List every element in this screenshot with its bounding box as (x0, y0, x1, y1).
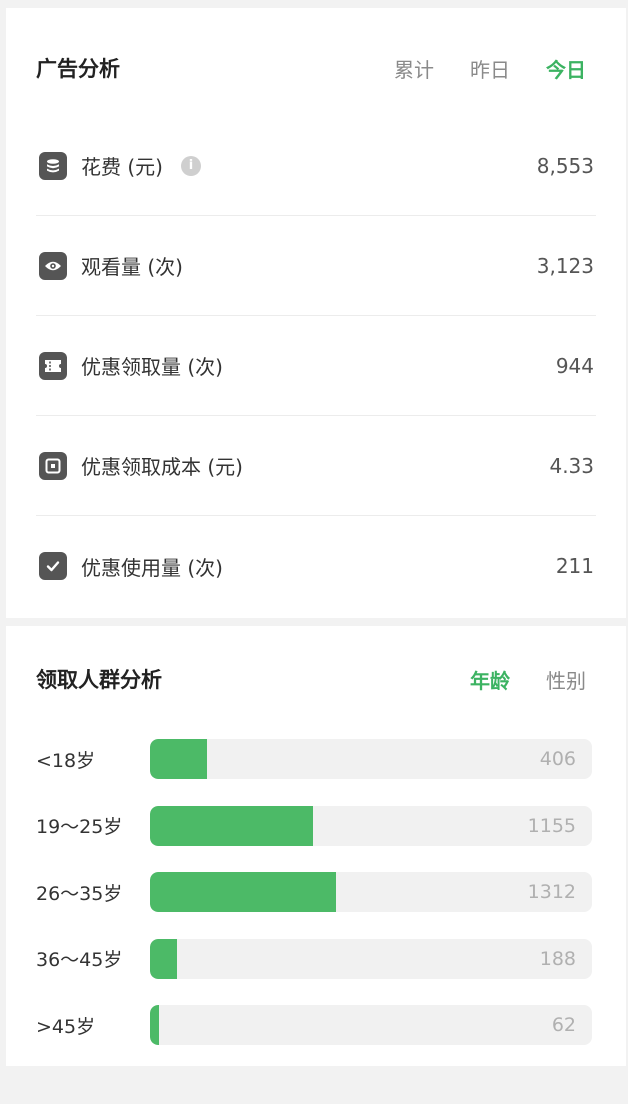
bar-track: 1155 (150, 805, 592, 846)
crowd-analysis-title: 领取人群分析 (36, 668, 162, 692)
tab-yesterday[interactable]: 昨日 (470, 54, 510, 83)
bar-value: 188 (539, 947, 576, 970)
age-group-label: 36～45岁 (36, 949, 123, 972)
check-square-icon (39, 552, 67, 580)
age-group-label: >45岁 (36, 1015, 96, 1038)
bar-fill (150, 872, 336, 913)
metric-label: 优惠使用量 (次) (81, 555, 223, 580)
tab-age[interactable]: 年龄 (470, 665, 510, 694)
metric-label: 观看量 (次) (81, 255, 183, 279)
bar-value: 406 (539, 748, 576, 771)
database-icon (39, 151, 67, 180)
tab-gender[interactable]: 性别 (546, 665, 586, 694)
metric-row-views: 观看量 (次) 3,123 (36, 216, 596, 316)
age-group-label: 19～25岁 (36, 816, 123, 839)
ad-analysis-header: 广告分析 累计 昨日 今日 (36, 8, 586, 128)
metric-value: 4.33 (549, 453, 594, 478)
metric-row-spend: 花费 (元) i 8,553 (36, 116, 596, 216)
bar-value: 1312 (527, 881, 576, 904)
bar-fill (150, 938, 177, 979)
age-bar-row: 36～45岁 188 (36, 926, 592, 993)
ticket-icon (39, 351, 67, 380)
metric-label: 优惠领取成本 (元) (81, 455, 243, 479)
age-bar-row: 19～25岁 1155 (36, 793, 592, 860)
metric-row-coupon-claims: 优惠领取量 (次) 944 (36, 316, 596, 416)
tab-today[interactable]: 今日 (546, 54, 586, 83)
metric-value: 8,553 (536, 153, 594, 178)
crowd-analysis-header: 领取人群分析 年龄 性别 (36, 626, 586, 732)
crowd-tabs: 年龄 性别 (470, 665, 586, 694)
plus-square-icon (39, 451, 67, 480)
bar-fill (150, 739, 208, 780)
metric-row-claim-cost: 优惠领取成本 (元) 4.33 (36, 416, 596, 516)
bar-value: 62 (551, 1014, 576, 1037)
bar-track: 62 (150, 1005, 592, 1046)
metric-value: 211 (555, 554, 594, 578)
period-tabs: 累计 昨日 今日 (394, 54, 586, 83)
age-group-label: 26～35岁 (36, 882, 123, 905)
bar-track: 188 (150, 938, 592, 979)
metric-value: 944 (555, 353, 594, 378)
ad-analysis-title: 广告分析 (36, 57, 120, 81)
age-bar-row: <18岁 406 (36, 726, 592, 793)
age-bar-row: >45岁 62 (36, 992, 592, 1059)
ad-analysis-card: 广告分析 累计 昨日 今日 花费 (元) i 8,553 观看量 (次) 3,1… (6, 8, 626, 618)
eye-icon (39, 251, 67, 280)
age-bar-row: 26～35岁 1312 (36, 859, 592, 926)
bar-value: 1155 (527, 814, 576, 837)
bar-track: 406 (150, 739, 592, 780)
metric-label: 花费 (元) (81, 155, 163, 179)
page: 广告分析 累计 昨日 今日 花费 (元) i 8,553 观看量 (次) 3,1… (0, 0, 628, 1104)
metric-row-coupon-usage: 优惠使用量 (次) 211 (36, 516, 596, 616)
info-icon[interactable]: i (180, 155, 201, 176)
metric-list: 花费 (元) i 8,553 观看量 (次) 3,123 优惠领取量 (次) 9… (36, 116, 596, 616)
age-bar-list: <18岁 406 19～25岁 1155 26～35岁 1312 36～45岁 … (36, 726, 592, 1059)
bar-fill (150, 1005, 159, 1046)
metric-value: 3,123 (536, 253, 594, 278)
tab-cumulative[interactable]: 累计 (394, 54, 434, 83)
metric-label: 优惠领取量 (次) (81, 355, 223, 379)
crowd-analysis-card: 领取人群分析 年龄 性别 <18岁 406 19～25岁 1155 26～35岁… (6, 626, 626, 1066)
age-group-label: <18岁 (36, 749, 96, 772)
bar-fill (150, 805, 314, 846)
bar-track: 1312 (150, 872, 592, 913)
